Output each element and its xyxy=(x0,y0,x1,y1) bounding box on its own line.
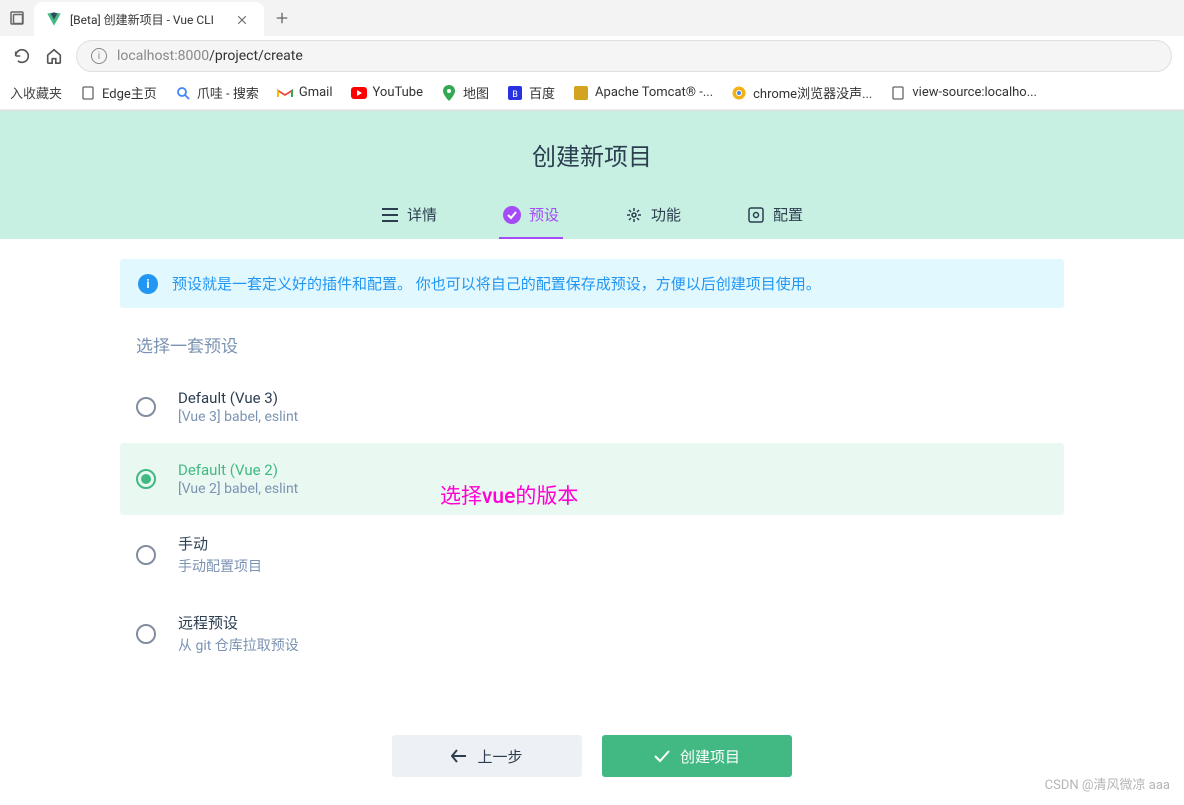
bookmark-viewsource[interactable]: view-source:localho... xyxy=(890,85,1037,101)
address-bar-row: i localhost:8000/project/create xyxy=(0,36,1184,76)
window-icon[interactable] xyxy=(8,9,26,27)
tab-presets[interactable]: 预设 xyxy=(499,194,563,239)
vue-favicon-icon xyxy=(46,11,62,27)
preset-desc: 从 git 仓库拉取预设 xyxy=(178,635,299,655)
page-header: 创建新项目 详情 预设 功能 配置 xyxy=(0,111,1184,239)
site-info-icon[interactable]: i xyxy=(91,48,107,64)
radio-icon xyxy=(136,545,156,565)
radio-icon xyxy=(136,624,156,644)
create-button[interactable]: 创建项目 xyxy=(602,735,792,777)
bookmark-youtube[interactable]: YouTube xyxy=(351,85,424,101)
svg-text:B: B xyxy=(512,90,518,100)
search-icon xyxy=(175,85,191,101)
tab-title: [Beta] 创建新项目 - Vue CLI xyxy=(70,11,228,28)
tool-icon xyxy=(625,206,643,224)
info-icon: i xyxy=(138,274,158,294)
preset-title: Default (Vue 2) xyxy=(178,461,298,479)
address-bar[interactable]: i localhost:8000/project/create xyxy=(76,40,1172,72)
preset-title: Default (Vue 3) xyxy=(178,389,298,407)
radio-icon xyxy=(136,469,156,489)
watermark: CSDN @清风微凉 aaa xyxy=(1045,774,1170,793)
radio-icon xyxy=(136,397,156,417)
browser-tab[interactable]: [Beta] 创建新项目 - Vue CLI xyxy=(34,2,264,36)
preset-title: 手动 xyxy=(178,533,262,554)
bookmark-edge[interactable]: Edge主页 xyxy=(80,83,157,102)
gear-icon xyxy=(747,206,765,224)
maps-icon xyxy=(441,85,457,101)
refresh-button[interactable] xyxy=(12,46,32,66)
chrome-icon xyxy=(731,85,747,101)
bookmark-gmail[interactable]: Gmail xyxy=(277,85,333,101)
tab-features[interactable]: 功能 xyxy=(621,194,685,239)
bookmark-tomcat[interactable]: Apache Tomcat® -... xyxy=(573,85,713,101)
bookmark-search[interactable]: 爪哇 - 搜索 xyxy=(175,83,259,102)
favorites-label[interactable]: 入收藏夹 xyxy=(10,83,62,102)
page-title: 创建新项目 xyxy=(0,137,1184,172)
preset-vue3[interactable]: Default (Vue 3) [Vue 3] babel, eslint xyxy=(120,371,1064,443)
content-area: i 预设就是一套定义好的插件和配置。 你也可以将自己的配置保存成预设，方便以后创… xyxy=(0,259,1184,673)
page-icon xyxy=(890,85,906,101)
bookmark-chrome[interactable]: chrome浏览器没声... xyxy=(731,83,872,102)
check-circle-icon xyxy=(503,206,521,224)
preset-manual[interactable]: 手动 手动配置项目 xyxy=(120,515,1064,594)
url-text: localhost:8000/project/create xyxy=(117,48,303,64)
info-text: 预设就是一套定义好的插件和配置。 你也可以将自己的配置保存成预设，方便以后创建项… xyxy=(172,273,821,294)
bookmarks-bar: 入收藏夹 Edge主页 爪哇 - 搜索 Gmail YouTube 地图 B 百… xyxy=(0,76,1184,110)
gmail-icon xyxy=(277,85,293,101)
preset-remote[interactable]: 远程预设 从 git 仓库拉取预设 xyxy=(120,594,1064,673)
info-banner: i 预设就是一套定义好的插件和配置。 你也可以将自己的配置保存成预设，方便以后创… xyxy=(120,259,1064,308)
preset-desc: 手动配置项目 xyxy=(178,556,262,576)
preset-list: Default (Vue 3) [Vue 3] babel, eslint De… xyxy=(120,371,1064,673)
arrow-left-icon xyxy=(451,749,467,763)
browser-chrome: [Beta] 创建新项目 - Vue CLI i localhost:8000/… xyxy=(0,0,1184,111)
page-icon xyxy=(80,85,96,101)
tab-bar: [Beta] 创建新项目 - Vue CLI xyxy=(0,0,1184,36)
bookmark-maps[interactable]: 地图 xyxy=(441,83,489,102)
new-tab-button[interactable] xyxy=(268,4,296,32)
youtube-icon xyxy=(351,85,367,101)
preset-vue2[interactable]: Default (Vue 2) [Vue 2] babel, eslint xyxy=(120,443,1064,515)
home-button[interactable] xyxy=(44,46,64,66)
preset-title: 远程预设 xyxy=(178,612,299,633)
tab-config[interactable]: 配置 xyxy=(743,194,807,239)
section-title: 选择一套预设 xyxy=(136,332,1064,357)
bookmark-baidu[interactable]: B 百度 xyxy=(507,83,555,102)
close-tab-icon[interactable] xyxy=(236,11,252,27)
tab-details[interactable]: 详情 xyxy=(377,194,441,239)
footer-buttons: 上一步 创建项目 xyxy=(392,735,792,777)
tomcat-icon xyxy=(573,85,589,101)
annotation-text: 选择vue的版本 xyxy=(440,480,578,510)
list-icon xyxy=(381,206,399,224)
preset-desc: [Vue 2] babel, eslint xyxy=(178,481,298,497)
step-tabs: 详情 预设 功能 配置 xyxy=(0,194,1184,239)
preset-desc: [Vue 3] babel, eslint xyxy=(178,409,298,425)
baidu-icon: B xyxy=(507,85,523,101)
check-icon xyxy=(654,749,670,763)
prev-button[interactable]: 上一步 xyxy=(392,735,582,777)
